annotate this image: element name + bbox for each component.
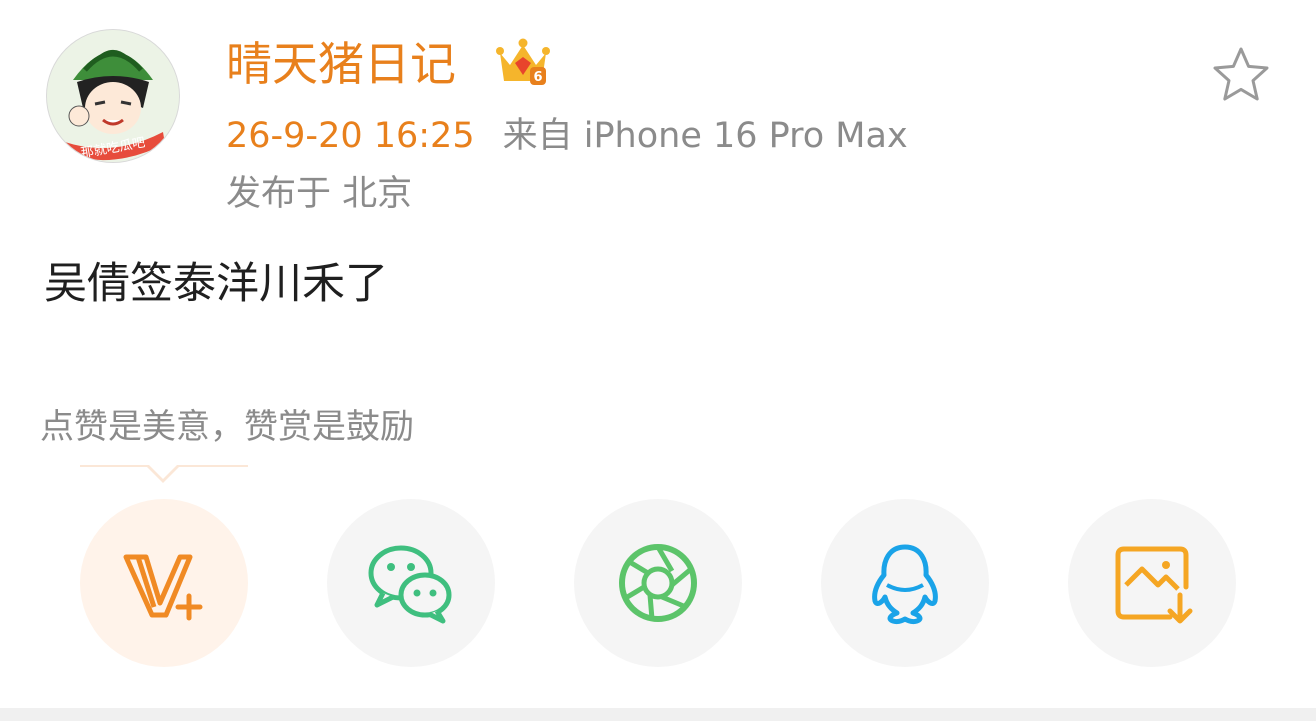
avatar[interactable]: 那就吃瓜吧 bbox=[47, 30, 179, 162]
wechat-icon bbox=[368, 545, 452, 624]
post-time: 26-9-20 16:25 bbox=[226, 116, 475, 156]
share-vplus-button[interactable] bbox=[80, 499, 248, 667]
star-icon[interactable] bbox=[1211, 45, 1271, 103]
post-source: 来自 iPhone 16 Pro Max bbox=[502, 116, 908, 156]
share-wechat-button[interactable] bbox=[327, 499, 495, 667]
avatar-image: 那就吃瓜吧 bbox=[47, 30, 179, 162]
svg-text:6: 6 bbox=[533, 70, 542, 85]
reward-prompt: 点赞是美意，赞赏是鼓励 bbox=[40, 407, 414, 447]
qq-icon bbox=[872, 544, 938, 625]
crown-icon: 6 bbox=[496, 38, 550, 85]
save-image-icon bbox=[1115, 546, 1193, 624]
share-save-image-button[interactable] bbox=[1068, 499, 1236, 667]
post-meta: 26-9-20 16:25 来自 iPhone 16 Pro Max bbox=[226, 110, 908, 162]
share-qq-button[interactable] bbox=[821, 499, 989, 667]
bottom-bar bbox=[0, 708, 1316, 721]
vplus-icon bbox=[123, 554, 203, 621]
post-location: 发布于 北京 bbox=[226, 174, 413, 214]
moments-icon bbox=[619, 544, 697, 622]
share-moments-button[interactable] bbox=[574, 499, 742, 667]
username[interactable]: 晴天猪日记 bbox=[226, 34, 456, 94]
post-text: 吴倩签泰洋川禾了 bbox=[44, 259, 388, 309]
